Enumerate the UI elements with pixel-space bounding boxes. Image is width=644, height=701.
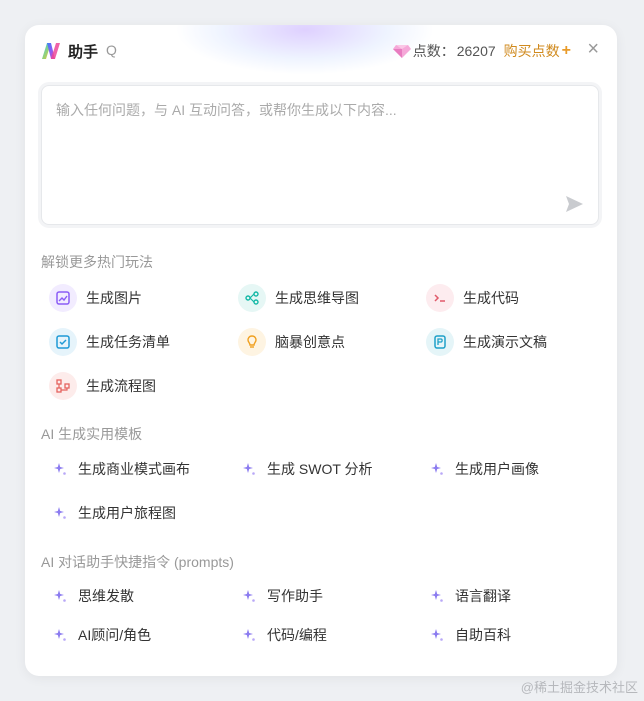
- prompt-item-label: 语言翻译: [455, 588, 511, 604]
- credits-label: 点数：: [412, 43, 455, 59]
- template-item[interactable]: 生成用户画像: [418, 454, 539, 484]
- checklist-icon: [49, 328, 77, 356]
- template-item-label: 生成商业模式画布: [78, 461, 190, 477]
- sparkle-icon: [431, 629, 443, 641]
- prompt-item-label: 自助百科: [455, 627, 511, 643]
- prompt-item[interactable]: 语言翻译: [418, 581, 511, 611]
- flowchart-icon: [49, 372, 77, 400]
- unlock-item-checklist[interactable]: 生成任务清单: [41, 327, 170, 357]
- template-item[interactable]: 生成商业模式画布: [41, 454, 190, 484]
- sparkle-icon: [54, 629, 66, 641]
- unlock-item-label: 生成任务清单: [86, 334, 170, 350]
- search-hint: Q: [106, 42, 117, 58]
- prompt-item-label: AI顾问/角色: [78, 627, 152, 643]
- unlock-item-image[interactable]: 生成图片: [41, 283, 142, 313]
- section-title-prompts: AI 对话助手快捷指令 (prompts): [41, 554, 234, 570]
- sparkle-icon: [431, 590, 443, 602]
- image-icon: [49, 284, 77, 312]
- sparkle-icon: [431, 463, 443, 475]
- unlock-item-code[interactable]: 生成代码: [418, 283, 519, 313]
- unlock-item-flowchart[interactable]: 生成流程图: [41, 371, 156, 401]
- prompt-item-label: 代码/编程: [267, 627, 327, 643]
- unlock-item-label: 生成演示文稿: [463, 334, 547, 350]
- unlock-item-mindmap[interactable]: 生成思维导图: [230, 283, 359, 313]
- template-item-label: 生成用户画像: [455, 461, 539, 477]
- sparkle-icon: [243, 629, 255, 641]
- unlock-item-label: 生成思维导图: [275, 290, 359, 306]
- unlock-item-label: 生成图片: [86, 290, 142, 306]
- sparkle-icon: [243, 463, 255, 475]
- unlock-item-label: 生成流程图: [86, 378, 156, 394]
- unlock-item-brainstorm[interactable]: 脑暴创意点: [230, 327, 345, 357]
- sparkle-icon: [243, 590, 255, 602]
- template-item[interactable]: 生成 SWOT 分析: [230, 454, 373, 484]
- unlock-item-label: 脑暴创意点: [275, 334, 345, 350]
- page-title: 助手: [68, 44, 99, 61]
- buy-credits-label: 购买点数: [503, 43, 560, 59]
- sparkle-icon: [54, 590, 66, 602]
- template-item-label: 生成用户旅程图: [78, 505, 176, 521]
- prompt-item-label: 思维发散: [78, 588, 134, 604]
- bulb-icon: [238, 328, 266, 356]
- credits-area: 点数： 26207 购买点数 +: [392, 41, 571, 61]
- prompt-item[interactable]: 思维发散: [41, 581, 134, 611]
- mindmap-icon: [238, 284, 266, 312]
- prompt-input[interactable]: [54, 98, 578, 182]
- prompt-item[interactable]: 写作助手: [230, 581, 323, 611]
- sparkle-icon: [54, 507, 66, 519]
- close-button[interactable]: ×: [587, 38, 599, 61]
- logo-icon: [42, 43, 60, 59]
- buy-credits-button[interactable]: 购买点数 +: [504, 41, 571, 61]
- section-title-templates: AI 生成实用模板: [41, 426, 143, 442]
- assistant-panel: 助手 Q 点数： 26207 购买点数 + × 解锁更多热门玩法: [25, 25, 617, 676]
- panel-header: 助手 Q 点数： 26207 购买点数 + ×: [25, 25, 617, 77]
- template-item[interactable]: 生成用户旅程图: [41, 498, 176, 528]
- watermark: @稀土掘金技术社区: [520, 680, 638, 695]
- sparkle-icon: [54, 463, 66, 475]
- prompt-input-box: [41, 85, 599, 225]
- prompt-item-label: 写作助手: [267, 588, 323, 604]
- section-title-unlock: 解锁更多热门玩法: [41, 254, 153, 270]
- unlock-item-presentation[interactable]: 生成演示文稿: [418, 327, 547, 357]
- prompt-item[interactable]: 代码/编程: [230, 620, 327, 650]
- code-icon: [426, 284, 454, 312]
- prompt-item[interactable]: 自助百科: [418, 620, 511, 650]
- unlock-item-label: 生成代码: [463, 290, 519, 306]
- template-item-label: 生成 SWOT 分析: [267, 461, 373, 477]
- plus-icon: +: [561, 42, 571, 59]
- gem-icon: [392, 45, 411, 58]
- send-icon[interactable]: [564, 194, 584, 214]
- credits-value: 26207: [456, 43, 496, 59]
- prompt-item[interactable]: AI顾问/角色: [41, 620, 151, 650]
- presentation-icon: [426, 328, 454, 356]
